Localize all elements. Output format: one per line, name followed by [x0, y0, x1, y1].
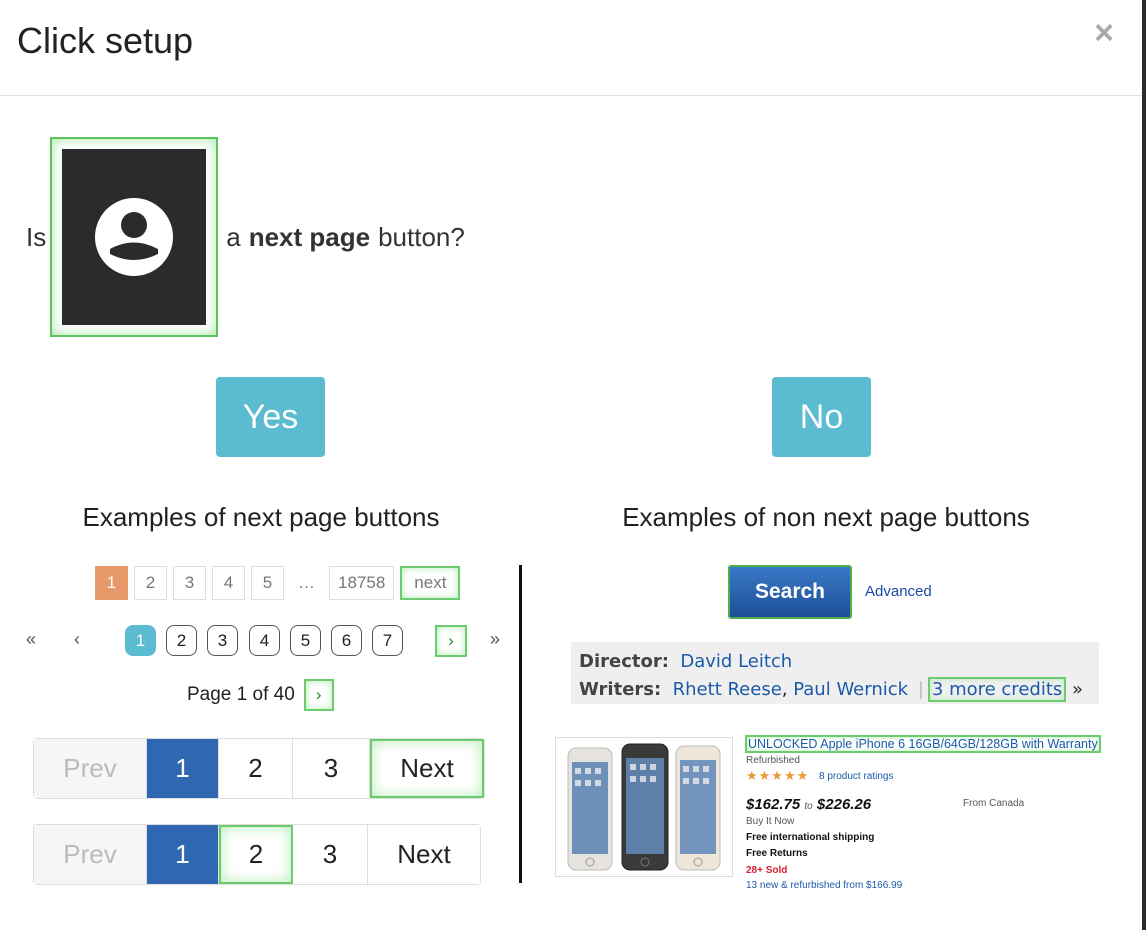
last-page-icon: » — [490, 629, 501, 649]
prev-page-icon: ‹ — [74, 629, 80, 649]
pager-page: 18758 — [329, 566, 395, 600]
dialog-title: Click setup — [17, 20, 194, 61]
pager-next-highlight: next — [400, 566, 461, 600]
question-suffix: button? — [378, 221, 465, 252]
yes-button[interactable]: Yes — [216, 377, 325, 457]
price-low: $162.75 — [746, 796, 801, 813]
example-advanced-link: Advanced — [865, 583, 932, 600]
credits-director-row: Director: David Leitch — [579, 648, 1091, 676]
rating-stars-icon: ★★★★★ — [746, 768, 810, 783]
phones-image — [567, 743, 721, 871]
price-high: $226.26 — [816, 796, 872, 813]
example-credits-box: Director: David Leitch Writers: Rhett Re… — [571, 642, 1099, 704]
pager-next-highlight: Next — [370, 739, 484, 798]
credits-writers-row: Writers: Rhett Reese, Paul Wernick | 3 mo… — [579, 676, 1091, 704]
pager-page: 2 — [166, 625, 197, 656]
next-arrow-highlight: › — [435, 625, 467, 657]
example-pager-4: Prev 1 2 3 Next — [33, 738, 485, 799]
example-search-button: Search — [728, 565, 852, 619]
user-avatar-icon — [95, 198, 174, 276]
pager-page: 3 — [293, 825, 368, 884]
window-edge — [1142, 0, 1146, 930]
pager-page: 3 — [207, 625, 238, 656]
pager-page: 2 — [134, 566, 167, 600]
page-count-text: Page 1 of 40 — [187, 684, 295, 705]
pager-page: 1 — [95, 566, 128, 600]
question-prefix: Is — [26, 221, 47, 252]
pager-page: 1 — [147, 825, 219, 884]
pager-next: Next — [368, 825, 480, 884]
product-shipping: Free international shipping — [746, 832, 875, 843]
writer-link: Paul Wernick — [793, 679, 909, 700]
example-pager-3: Page 1 of 40 › — [187, 679, 334, 711]
question-prompt: Is a next page button? — [26, 137, 465, 337]
pager-page: 4 — [249, 625, 280, 656]
more-arrow: » — [1071, 679, 1083, 700]
product-price-range: $162.75 to $226.26 — [746, 796, 871, 813]
candidate-element-preview — [50, 137, 219, 337]
pager-page-highlight: 2 — [219, 825, 293, 884]
product-new-refurbished-link: 13 new & refurbished from $166.99 — [746, 880, 903, 891]
writer-link: Rhett Reese — [672, 679, 782, 700]
product-origin: From Canada — [963, 798, 1025, 809]
pager-prev: Prev — [34, 825, 147, 884]
pager-page: 2 — [219, 739, 293, 798]
candidate-element-image — [62, 149, 207, 325]
pager-ellipsis: … — [290, 566, 323, 600]
product-returns: Free Returns — [746, 848, 808, 859]
question-middle: a — [226, 221, 241, 252]
positive-examples-heading: Examples of next page buttons — [82, 502, 440, 532]
product-sold-count: 28+ Sold — [746, 865, 788, 876]
no-button[interactable]: No — [772, 377, 871, 457]
next-arrow-highlight: › — [303, 679, 334, 711]
first-page-icon: « — [26, 629, 37, 649]
product-title-highlight: UNLOCKED Apple iPhone 6 16GB/64GB/128GB … — [745, 735, 1101, 753]
product-image — [555, 737, 733, 877]
pager-page: 3 — [173, 566, 206, 600]
pager-page: 1 — [125, 625, 156, 656]
close-icon[interactable]: × — [1094, 16, 1114, 50]
product-format: Buy It Now — [746, 816, 795, 827]
examples-divider — [519, 565, 522, 883]
dialog-header: Click setup × — [0, 0, 1142, 96]
pager-page: 5 — [251, 566, 284, 600]
price-to: to — [804, 801, 813, 812]
pager-page: 5 — [290, 625, 321, 656]
example-pager-2: « ‹ 1 2 3 4 5 6 7 › » — [20, 625, 510, 657]
example-product-listing: UNLOCKED Apple iPhone 6 16GB/64GB/128GB … — [555, 735, 1103, 893]
credits-separator: | — [917, 679, 924, 700]
negative-examples-heading: Examples of non next page buttons — [622, 502, 1030, 532]
writer-comma: , — [781, 679, 788, 700]
pager-page: 7 — [372, 625, 403, 656]
pager-prev: Prev — [34, 739, 147, 798]
director-label: Director: — [579, 651, 669, 672]
product-condition: Refurbished — [746, 755, 800, 766]
pager-page: 4 — [212, 566, 245, 600]
pager-page: 6 — [331, 625, 362, 656]
example-pager-1: 1 2 3 4 5 … 18758 next — [95, 566, 461, 600]
more-credits-highlight: 3 more credits — [927, 677, 1067, 702]
product-ratings-link: 8 product ratings — [819, 771, 894, 782]
writers-label: Writers: — [579, 679, 662, 700]
director-link: David Leitch — [680, 651, 793, 672]
example-pager-5: Prev 1 2 3 Next — [33, 824, 481, 885]
question-bold-term: next page — [248, 221, 371, 252]
pager-page: 3 — [293, 739, 370, 798]
click-setup-dialog: Click setup × Is a next page button? Yes… — [0, 0, 1146, 930]
pager-page: 1 — [147, 739, 219, 798]
